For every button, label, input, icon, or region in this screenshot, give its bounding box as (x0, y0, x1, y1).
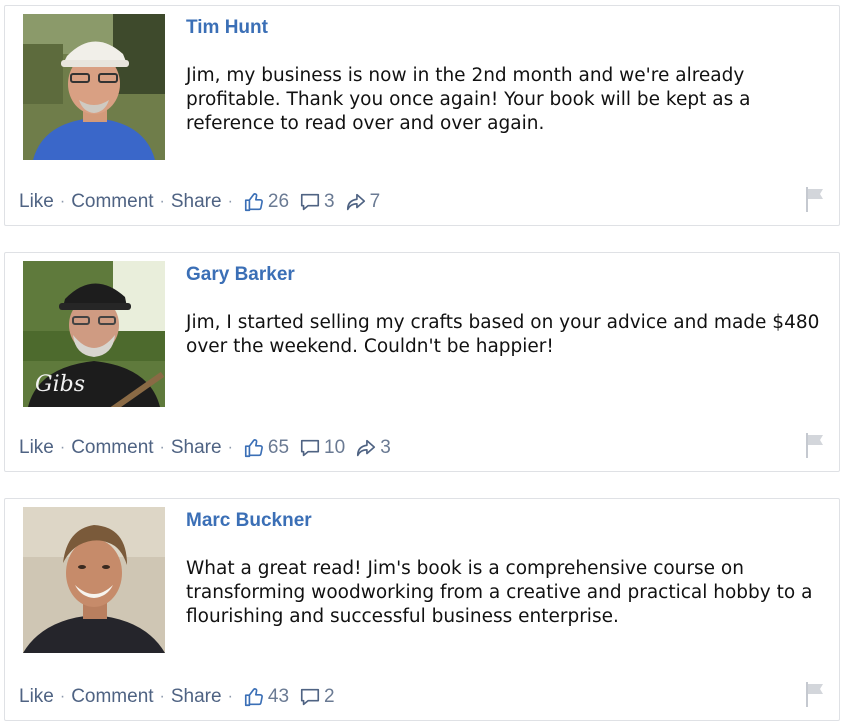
avatar[interactable] (23, 507, 165, 653)
separator: · (59, 688, 66, 705)
post-card: Tim Hunt Jim, my business is now in the … (4, 5, 840, 226)
separator: · (159, 688, 165, 705)
like-link[interactable]: Like (19, 686, 54, 708)
share-count-value: 7 (369, 191, 381, 212)
comment-bubble-icon (300, 439, 320, 457)
action-bar: Like · Comment · Share · 26 3 7 (19, 189, 386, 215)
like-count[interactable]: 43 (243, 686, 295, 708)
comment-count[interactable]: 3 (299, 191, 341, 213)
avatar[interactable]: Gibs (23, 261, 165, 407)
like-count-value: 43 (267, 686, 290, 707)
comment-text: Jim, I started selling my crafts based o… (186, 312, 820, 357)
share-count[interactable]: 3 (355, 437, 397, 459)
comment-count[interactable]: 2 (299, 686, 341, 708)
share-arrow-icon (346, 193, 365, 211)
share-count-value: 3 (380, 437, 391, 458)
comment-bubble-icon (300, 193, 320, 211)
comment-count-value: 2 (324, 686, 335, 707)
comment-count[interactable]: 10 (299, 437, 351, 459)
thumbs-up-icon (244, 688, 263, 707)
separator: · (159, 193, 165, 210)
comment-link[interactable]: Comment (71, 191, 153, 213)
author-name[interactable]: Marc Buckner (186, 510, 312, 532)
share-arrow-icon (357, 439, 376, 457)
like-count[interactable]: 26 (243, 191, 295, 213)
post-card: Gibs Gary Barker Jim, I started selling … (4, 252, 840, 472)
share-count[interactable]: 7 (345, 191, 387, 213)
comment-link[interactable]: Comment (71, 686, 153, 708)
separator: · (159, 439, 165, 456)
author-name[interactable]: Tim Hunt (186, 17, 268, 39)
separator: · (227, 439, 233, 456)
comment-bubble-icon (300, 688, 320, 706)
separator: · (59, 193, 66, 210)
like-count[interactable]: 65 (243, 437, 295, 459)
share-link[interactable]: Share (171, 686, 222, 708)
separator: · (227, 688, 233, 705)
separator: · (227, 193, 233, 210)
flag-icon[interactable] (803, 185, 827, 213)
post-card: Marc Buckner What a great read! Jim's bo… (4, 498, 840, 721)
comment-count-value: 10 (324, 437, 346, 458)
comment-text: What a great read! Jim's book is a compr… (186, 558, 813, 627)
like-count-value: 26 (267, 191, 290, 212)
thumbs-up-icon (244, 193, 263, 212)
like-link[interactable]: Like (19, 437, 54, 459)
comment-count-value: 3 (324, 191, 335, 212)
share-link[interactable]: Share (171, 437, 222, 459)
action-bar: Like · Comment · Share · 43 2 (19, 684, 341, 710)
comment-link[interactable]: Comment (71, 437, 153, 459)
flag-icon[interactable] (803, 680, 827, 708)
action-bar: Like · Comment · Share · 65 10 3 (19, 435, 397, 461)
like-link[interactable]: Like (19, 191, 54, 213)
separator: · (59, 439, 66, 456)
thumbs-up-icon (244, 439, 263, 458)
svg-text:Gibs: Gibs (35, 372, 85, 397)
flag-icon[interactable] (803, 431, 827, 459)
like-count-value: 65 (267, 437, 290, 458)
author-name[interactable]: Gary Barker (186, 264, 295, 286)
avatar[interactable] (23, 14, 165, 160)
comment-text: Jim, my business is now in the 2nd month… (186, 65, 751, 134)
share-link[interactable]: Share (171, 191, 222, 213)
